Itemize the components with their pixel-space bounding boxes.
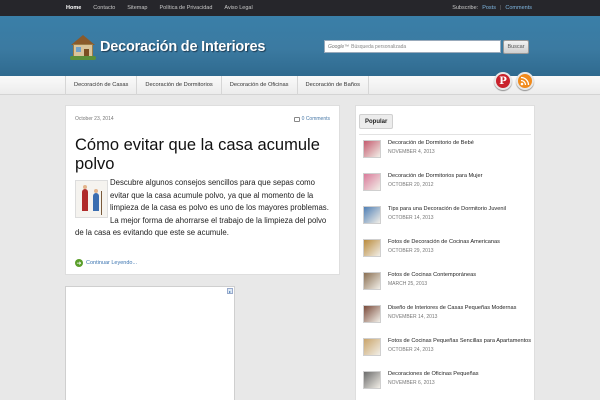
ad-choices-icon[interactable]: ▸ bbox=[227, 288, 233, 294]
category-dormitorios[interactable]: Decoración de Dormitorios bbox=[136, 76, 220, 95]
list-item-title[interactable]: Decoración de Dormitorios para Mujer OCTO… bbox=[388, 173, 533, 189]
subscribe-separator: | bbox=[499, 5, 502, 11]
list-item-title[interactable]: Fotos de Cocinas Contemporáneas MARCH 25,… bbox=[388, 272, 533, 288]
list-item-title[interactable]: Tips para una Decoración de Dormitorio J… bbox=[388, 206, 533, 222]
list-item[interactable]: Tips para una Decoración de Dormitorio J… bbox=[363, 205, 533, 238]
list-item-thumbnail[interactable] bbox=[363, 173, 381, 191]
top-nav-home[interactable]: Home bbox=[66, 5, 81, 11]
list-item[interactable]: Decoración de Dormitorios para Mujer OCTO… bbox=[363, 172, 533, 205]
list-item-thumbnail[interactable] bbox=[363, 206, 381, 224]
category-banos[interactable]: Decoración de Baños bbox=[296, 76, 369, 95]
list-item-title-text[interactable]: Fotos de Cocinas Pequeñas Sencillas para… bbox=[388, 338, 533, 346]
post-excerpt: Descubre algunos consejos sencillos para… bbox=[75, 177, 333, 240]
site-title[interactable]: Decoración de Interiores bbox=[100, 39, 265, 55]
list-item-date: OCTOBER 20, 2012 bbox=[388, 181, 434, 188]
top-nav: Home Contacto Sitemap Política de Privac… bbox=[66, 0, 253, 16]
rss-icon[interactable] bbox=[516, 72, 534, 90]
sidebar: Popular Decoración de Dormitorio de Bebé… bbox=[355, 105, 535, 400]
list-item[interactable]: Decoración de Dormitorio de Bebé NOVEMBER… bbox=[363, 139, 533, 172]
list-item-title[interactable]: Decoraciones de Oficinas Pequeñas NOVEMBE… bbox=[388, 371, 533, 387]
list-item-title-text[interactable]: Fotos de Decoración de Cocinas Americana… bbox=[388, 239, 533, 247]
list-item-title[interactable]: Fotos de Decoración de Cocinas Americana… bbox=[388, 239, 533, 255]
list-item-title[interactable]: Decoración de Dormitorio de Bebé NOVEMBER… bbox=[388, 140, 533, 156]
post-comments-link[interactable]: 0 Comments bbox=[293, 116, 330, 122]
comment-icon bbox=[293, 116, 300, 122]
house-icon bbox=[70, 34, 96, 60]
category-oficinas[interactable]: Decoración de Oficinas bbox=[220, 76, 297, 95]
list-item-date: OCTOBER 14, 2013 bbox=[388, 214, 434, 221]
list-item[interactable]: Fotos de Decoración de Cocinas Americana… bbox=[363, 238, 533, 271]
list-item-date: NOVEMBER 4, 2013 bbox=[388, 148, 435, 155]
subscribe-comments-link[interactable]: Comments bbox=[505, 5, 532, 11]
list-item-date: MARCH 25, 2013 bbox=[388, 280, 428, 287]
list-item[interactable]: Diseño de Interiores de Casas Pequeñas M… bbox=[363, 304, 533, 337]
list-item-thumbnail[interactable] bbox=[363, 272, 381, 290]
list-item[interactable]: Fotos de Cocinas Contemporáneas MARCH 25,… bbox=[363, 271, 533, 304]
list-item-date: NOVEMBER 14, 2013 bbox=[388, 313, 438, 320]
list-item-title-text[interactable]: Decoración de Dormitorio de Bebé bbox=[388, 140, 533, 148]
list-item-title[interactable]: Diseño de Interiores de Casas Pequeñas M… bbox=[388, 305, 533, 321]
google-brand-label: Google™ bbox=[328, 43, 350, 50]
list-item-title[interactable]: Fotos de Cocinas Pequeñas Sencillas para… bbox=[388, 338, 533, 354]
sidebar-divider bbox=[359, 134, 531, 135]
ad-box[interactable]: ▸ bbox=[65, 286, 235, 400]
pinterest-icon[interactable]: P bbox=[494, 72, 512, 90]
top-nav-contacto[interactable]: Contacto bbox=[93, 5, 115, 11]
read-more-link[interactable]: ➜ Continuar Leyendo... bbox=[75, 259, 137, 267]
post-date: October 23, 2014 bbox=[75, 116, 114, 122]
category-casas[interactable]: Decoración de Casas bbox=[65, 76, 136, 95]
top-nav-privacidad[interactable]: Política de Privacidad bbox=[159, 5, 212, 11]
subscribe-links: Subscribe: Posts | Comments bbox=[452, 0, 532, 16]
list-item-thumbnail[interactable] bbox=[363, 305, 381, 323]
list-item-date: OCTOBER 29, 2013 bbox=[388, 247, 434, 254]
list-item-date: NOVEMBER 6, 2013 bbox=[388, 379, 435, 386]
subscribe-posts-link[interactable]: Posts bbox=[482, 5, 496, 11]
post-comments-count: 0 Comments bbox=[301, 116, 330, 122]
list-item-thumbnail[interactable] bbox=[363, 140, 381, 158]
search-button[interactable]: Buscar bbox=[503, 40, 529, 54]
top-bar: Home Contacto Sitemap Política de Privac… bbox=[0, 0, 600, 16]
top-nav-aviso-legal[interactable]: Aviso Legal bbox=[224, 5, 252, 11]
post-card: October 23, 2014 0 Comments Cómo evitar … bbox=[65, 105, 340, 275]
post-title[interactable]: Cómo evitar que la casa acumule polvo bbox=[75, 136, 330, 174]
list-item-title-text[interactable]: Decoraciones de Oficinas Pequeñas bbox=[388, 371, 533, 379]
arrow-right-icon: ➜ bbox=[75, 259, 83, 267]
post-excerpt-text: Descubre algunos consejos sencillos para… bbox=[75, 178, 329, 238]
list-item-thumbnail[interactable] bbox=[363, 371, 381, 389]
list-item-date: OCTOBER 24, 2013 bbox=[388, 346, 434, 353]
list-item-title-text[interactable]: Diseño de Interiores de Casas Pequeñas M… bbox=[388, 305, 533, 313]
site-header: Decoración de Interiores Google™ Búsqued… bbox=[0, 16, 600, 76]
top-nav-sitemap[interactable]: Sitemap bbox=[127, 5, 147, 11]
list-item-title-text[interactable]: Fotos de Cocinas Contemporáneas bbox=[388, 272, 533, 280]
read-more-label: Continuar Leyendo... bbox=[86, 260, 138, 266]
subscribe-label: Subscribe: bbox=[452, 5, 479, 11]
tab-popular[interactable]: Popular bbox=[359, 114, 394, 129]
list-item[interactable]: Fotos de Cocinas Pequeñas Sencillas para… bbox=[363, 337, 533, 370]
search-input[interactable]: Google™ Búsqueda personalizada bbox=[324, 40, 501, 53]
list-item-thumbnail[interactable] bbox=[363, 239, 381, 257]
search-placeholder: Búsqueda personalizada bbox=[351, 43, 407, 50]
list-item-title-text[interactable]: Decoración de Dormitorios para Mujer bbox=[388, 173, 533, 181]
site-logo[interactable]: Decoración de Interiores bbox=[70, 34, 265, 60]
list-item-title-text[interactable]: Tips para una Decoración de Dormitorio J… bbox=[388, 206, 533, 214]
list-item-thumbnail[interactable] bbox=[363, 338, 381, 356]
list-item[interactable]: Decoraciones de Oficinas Pequeñas NOVEMBE… bbox=[363, 370, 533, 400]
popular-list: Decoración de Dormitorio de Bebé NOVEMBER… bbox=[363, 139, 533, 400]
